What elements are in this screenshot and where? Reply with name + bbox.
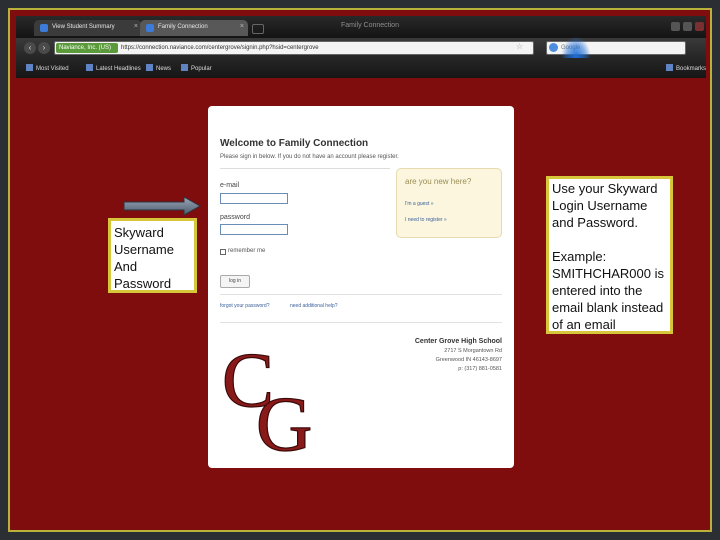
bookmarks-icon [666, 64, 673, 71]
bookmark-label: News [156, 66, 172, 72]
bookmarks-menu-label: Bookmarks [676, 66, 707, 72]
browser-window: View Student Summary × Family Connection… [16, 16, 706, 78]
new-tab-button[interactable] [252, 24, 264, 34]
url-input[interactable]: https://connection.naviance.com/centergr… [54, 41, 534, 55]
back-button[interactable]: ‹ [24, 42, 36, 54]
tab-view-student-summary[interactable]: View Student Summary × [34, 20, 142, 36]
school-address-line: Greenwood IN 46143-8697 [435, 357, 502, 363]
bookmark-label: Most Visited [36, 66, 69, 72]
register-link[interactable]: I need to register » [405, 217, 447, 223]
window-title: Family Connection [341, 22, 399, 29]
login-subtitle: Please sign in below. If you do not have… [220, 154, 399, 160]
remember-me-checkbox[interactable] [220, 249, 226, 255]
tab-label: View Student Summary [52, 24, 115, 30]
tab-label: Family Connection [158, 24, 208, 30]
email-field[interactable] [220, 193, 288, 204]
callout-skyward: Skyward Username And Password [108, 218, 197, 293]
page-favicon-icon [40, 24, 48, 32]
new-here-panel: are you new here? I'm a guest » I need t… [396, 168, 502, 238]
tab-family-connection[interactable]: Family Connection × [140, 20, 248, 36]
logo-letter-g: G [256, 380, 312, 456]
site-identity-badge[interactable]: Naviance, Inc. (US) [56, 43, 118, 53]
bookmark-most-visited[interactable]: Most Visited [26, 64, 69, 72]
bookmark-label: Popular [191, 66, 212, 72]
email-label: e-mail [220, 182, 240, 189]
school-address-line: 2717 S Morgantown Rd [444, 348, 502, 354]
minimize-button[interactable] [671, 22, 680, 31]
callout-line: Skyward [114, 225, 164, 240]
bookmark-star-icon[interactable]: ☆ [516, 42, 523, 51]
page-title: Welcome to Family Connection [220, 138, 369, 149]
folder-icon [181, 64, 188, 71]
divider [220, 294, 502, 295]
forward-button[interactable]: › [38, 42, 50, 54]
search-engine-icon[interactable] [549, 43, 558, 52]
callout-line: Username [114, 242, 174, 257]
bookmark-latest-headlines[interactable]: Latest Headlines [86, 64, 141, 72]
bookmark-news[interactable]: News [146, 64, 171, 72]
remember-me-label: remember me [228, 248, 266, 254]
forgot-password-link[interactable]: forgot your password? [220, 303, 269, 309]
close-tab-icon[interactable]: × [240, 23, 244, 30]
bookmark-label: Latest Headlines [96, 66, 141, 72]
callout-instructions: Use your Skyward Login Username and Pass… [546, 176, 673, 334]
navigation-toolbar: ‹ › https://connection.naviance.com/cent… [16, 38, 706, 58]
tab-bar: View Student Summary × Family Connection… [16, 16, 706, 38]
school-info: Center Grove High School 2717 S Morganto… [415, 338, 502, 372]
example-text: Example: SMITHCHAR000 is entered into th… [552, 249, 664, 332]
arrow-right-icon [123, 196, 202, 216]
callout-line: Password [114, 276, 172, 291]
bookmarks-bar: Most Visited Latest Headlines News Popul… [16, 58, 706, 78]
folder-icon [146, 64, 153, 71]
password-field[interactable] [220, 224, 288, 235]
rss-icon [86, 64, 93, 71]
page-favicon-icon [146, 24, 154, 32]
slide-frame: View Student Summary × Family Connection… [8, 8, 712, 532]
bookmark-popular[interactable]: Popular [181, 64, 212, 72]
instruction-text: Use your Skyward Login Username and Pass… [552, 181, 658, 230]
password-label: password [220, 214, 250, 221]
close-window-button[interactable] [695, 22, 704, 31]
school-name: Center Grove High School [414, 338, 502, 345]
bookmark-icon [26, 64, 33, 71]
login-card: Welcome to Family Connection Please sign… [208, 106, 514, 468]
maximize-button[interactable] [683, 22, 692, 31]
divider [220, 322, 502, 323]
guest-link[interactable]: I'm a guest » [405, 201, 433, 207]
new-here-title: are you new here? [405, 177, 472, 186]
divider [220, 168, 390, 169]
login-button[interactable]: log in [220, 275, 250, 288]
close-tab-icon[interactable]: × [134, 23, 138, 30]
school-logo: C G [221, 338, 313, 456]
callout-line: And [114, 259, 138, 274]
school-phone: p: (317) 881-0581 [458, 366, 502, 372]
help-link[interactable]: need additional help? [290, 303, 338, 309]
bookmarks-menu[interactable]: Bookmarks [666, 64, 706, 72]
